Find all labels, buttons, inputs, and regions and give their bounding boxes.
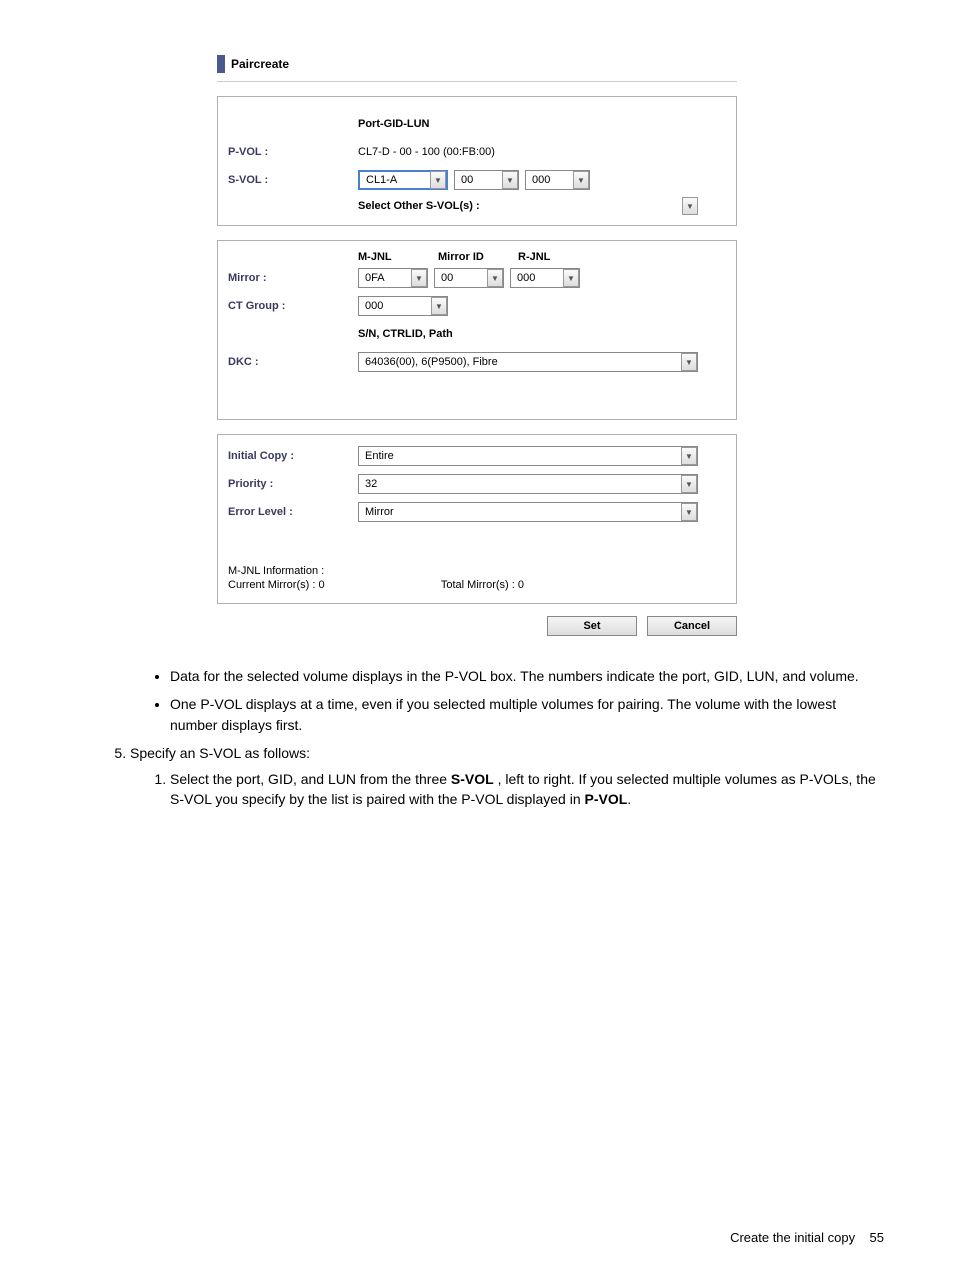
svol-lun-select[interactable]: 000 ▼ xyxy=(525,170,590,190)
mirror-id-value: 00 xyxy=(435,272,487,284)
port-gid-lun-header: Port-GID-LUN xyxy=(358,118,430,130)
doc-step-5: Specify an S-VOL as follows: Select the … xyxy=(130,743,884,810)
dkc-label: DKC : xyxy=(228,356,358,368)
svol-port-select[interactable]: CL1-A ▼ xyxy=(358,170,448,190)
dkc-select[interactable]: 64036(00), 6(P9500), Fibre ▼ xyxy=(358,352,698,372)
chevron-down-icon: ▼ xyxy=(681,353,697,371)
mjnl-info-label: M-JNL Information : xyxy=(228,565,726,577)
copy-section: Initial Copy : Entire ▼ Priority : 32 ▼ … xyxy=(217,434,737,604)
dialog-title-bar: Paircreate xyxy=(217,55,737,82)
cancel-button[interactable]: Cancel xyxy=(647,616,737,636)
chevron-down-icon: ▼ xyxy=(681,475,697,493)
chevron-down-icon: ▼ xyxy=(431,297,447,315)
mirror-id-select[interactable]: 00 ▼ xyxy=(434,268,504,288)
chevron-down-icon: ▼ xyxy=(430,171,446,189)
mirror-rjnl-select[interactable]: 000 ▼ xyxy=(510,268,580,288)
document-body: Data for the selected volume displays in… xyxy=(70,666,884,810)
pvol-label: P-VOL : xyxy=(228,146,358,158)
error-level-value: Mirror xyxy=(359,504,681,520)
initial-copy-label: Initial Copy : xyxy=(228,450,358,462)
vol-section: Port-GID-LUN P-VOL : CL7-D - 00 - 100 (0… xyxy=(217,96,737,226)
footer-text: Create the initial copy xyxy=(730,1230,855,1245)
chevron-down-icon: ▼ xyxy=(681,503,697,521)
footer-page-number: 55 xyxy=(870,1230,884,1245)
priority-value: 32 xyxy=(359,476,681,492)
select-other-svol-dropdown[interactable]: ▼ xyxy=(682,197,698,215)
chevron-down-icon: ▼ xyxy=(487,269,503,287)
mirror-section: M-JNL Mirror ID R-JNL Mirror : 0FA ▼ 00 … xyxy=(217,240,737,420)
title-accent-block xyxy=(217,55,225,73)
priority-select[interactable]: 32 ▼ xyxy=(358,474,698,494)
mirrorid-header: Mirror ID xyxy=(438,251,518,263)
total-mirrors: Total Mirror(s) : 0 xyxy=(441,579,524,591)
chevron-down-icon: ▼ xyxy=(563,269,579,287)
svol-gid-value: 00 xyxy=(455,174,502,186)
pvol-value: CL7-D - 00 - 100 (00:FB:00) xyxy=(358,146,495,158)
svol-gid-select[interactable]: 00 ▼ xyxy=(454,170,519,190)
doc-step-5-1: Select the port, GID, and LUN from the t… xyxy=(170,769,884,810)
ctgroup-value: 000 xyxy=(359,300,431,312)
rjnl-header: R-JNL xyxy=(518,251,598,263)
dkc-value: 64036(00), 6(P9500), Fibre xyxy=(359,354,681,370)
error-level-label: Error Level : xyxy=(228,506,358,518)
error-level-select[interactable]: Mirror ▼ xyxy=(358,502,698,522)
initial-copy-value: Entire xyxy=(359,448,681,464)
doc-step5-1-bold-svol: S-VOL xyxy=(451,771,494,787)
sn-ctrlid-path-header: S/N, CTRLID, Path xyxy=(358,328,453,340)
select-other-svol-label: Select Other S-VOL(s) : xyxy=(358,200,682,212)
mirror-rjnl-value: 000 xyxy=(511,272,563,284)
chevron-down-icon: ▼ xyxy=(681,447,697,465)
doc-step5-1-part-a: Select the port, GID, and LUN from the t… xyxy=(170,771,451,787)
page-footer: Create the initial copy 55 xyxy=(730,1230,884,1245)
mjnl-info-block: M-JNL Information : Current Mirror(s) : … xyxy=(228,565,726,591)
priority-label: Priority : xyxy=(228,478,358,490)
mirror-mjnl-value: 0FA xyxy=(359,272,411,284)
current-mirrors: Current Mirror(s) : 0 xyxy=(228,579,438,591)
chevron-down-icon: ▼ xyxy=(573,171,589,189)
doc-step5-1-bold-pvol: P-VOL xyxy=(585,791,628,807)
svol-label: S-VOL : xyxy=(228,174,358,186)
mirror-mjnl-select[interactable]: 0FA ▼ xyxy=(358,268,428,288)
doc-step5-1-part-e: . xyxy=(627,791,631,807)
doc-step5-text: Specify an S-VOL as follows: xyxy=(130,745,310,761)
initial-copy-select[interactable]: Entire ▼ xyxy=(358,446,698,466)
svol-lun-value: 000 xyxy=(526,174,573,186)
svol-port-value: CL1-A xyxy=(360,174,430,186)
doc-bullet-1: Data for the selected volume displays in… xyxy=(170,666,884,686)
paircreate-dialog: Paircreate Port-GID-LUN P-VOL : CL7-D - … xyxy=(217,55,737,636)
chevron-down-icon: ▼ xyxy=(411,269,427,287)
mjnl-header: M-JNL xyxy=(358,251,438,263)
set-button[interactable]: Set xyxy=(547,616,637,636)
chevron-down-icon: ▼ xyxy=(502,171,518,189)
ctgroup-select[interactable]: 000 ▼ xyxy=(358,296,448,316)
doc-bullet-2: One P-VOL displays at a time, even if yo… xyxy=(170,694,884,735)
mirror-label: Mirror : xyxy=(228,272,358,284)
dialog-title: Paircreate xyxy=(231,57,289,71)
ctgroup-label: CT Group : xyxy=(228,300,358,312)
